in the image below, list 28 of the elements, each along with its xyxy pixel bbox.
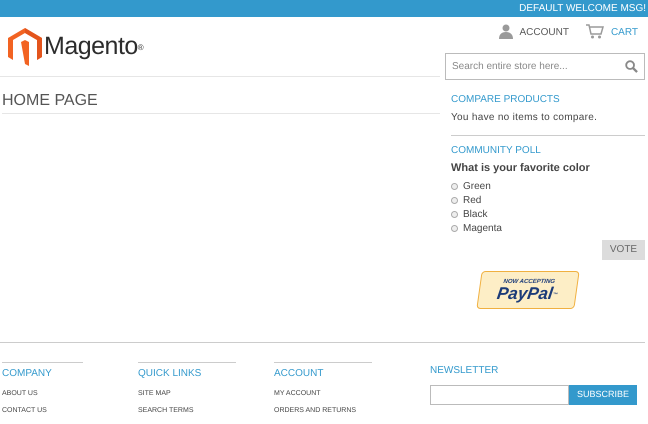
logo-icon <box>8 28 42 66</box>
newsletter-heading: NEWSLETTER <box>430 364 500 378</box>
vote-button[interactable]: VOTE <box>602 240 645 260</box>
cart-icon <box>584 23 605 39</box>
radio-button[interactable] <box>451 197 458 204</box>
compare-title: COMPARE PRODUCTS <box>451 93 561 107</box>
logo-text: Magento$^{®}$ <box>44 34 144 59</box>
option-label: Magenta <box>463 222 502 236</box>
user-icon <box>498 23 514 39</box>
radio-button[interactable] <box>451 225 458 232</box>
account-link[interactable]: ACCOUNT <box>498 23 569 53</box>
welcome-message: DEFAULT WELCOME MSG! <box>519 4 646 14</box>
option-label: Black <box>463 208 488 222</box>
footer-heading: QUICK LINKS <box>138 367 202 381</box>
page-title: HOME PAGE <box>2 91 99 111</box>
magento-logo[interactable]: Magento$^{®}$ <box>8 28 144 66</box>
newsletter-field[interactable] <box>430 385 569 405</box>
footer-heading: ACCOUNT <box>274 367 324 381</box>
poll-question: What is your favorite color <box>451 161 591 176</box>
compare-text: You have no items to compare. <box>451 111 598 125</box>
radio-button[interactable] <box>451 183 458 190</box>
poll-title: COMMUNITY POLL <box>451 144 542 158</box>
search-field[interactable]: Search entire store here... <box>445 53 645 80</box>
option-label: Green <box>463 180 491 194</box>
radio-button[interactable] <box>451 211 458 218</box>
search-icon[interactable] <box>625 60 638 73</box>
footer-heading: COMPANY <box>2 367 53 381</box>
option-label: Red <box>463 194 482 208</box>
